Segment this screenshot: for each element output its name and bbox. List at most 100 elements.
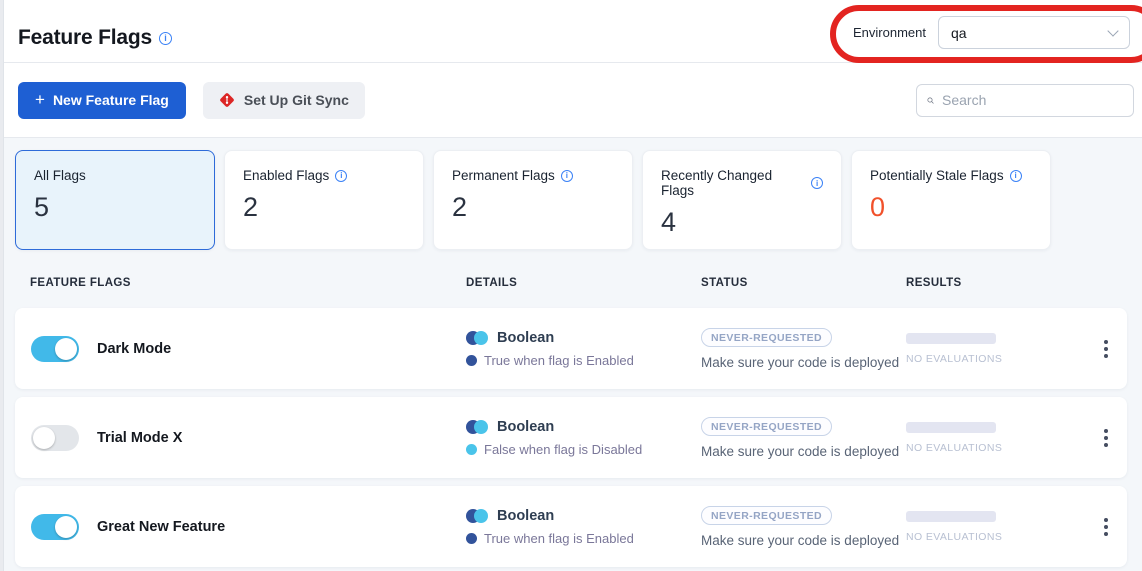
table-header: FEATURE FLAGS DETAILS STATUS RESULTS — [15, 250, 1127, 308]
stat-value: 2 — [243, 192, 405, 223]
info-icon[interactable] — [811, 177, 823, 189]
info-icon[interactable] — [335, 170, 347, 182]
page-title: Feature Flags — [18, 26, 152, 50]
table-row: Dark Mode Boolean True when flag is Enab… — [15, 308, 1127, 389]
info-icon[interactable] — [1010, 170, 1022, 182]
sidebar-edge — [0, 0, 4, 571]
flag-rule-text: True when flag is Enabled — [484, 531, 634, 546]
evaluations-label: NO EVALUATIONS — [906, 442, 1084, 454]
flag-name[interactable]: Great New Feature — [97, 519, 225, 535]
flag-status-cell: NEVER-REQUESTED Make sure your code is d… — [701, 328, 906, 370]
flag-rule-text: True when flag is Enabled — [484, 353, 634, 368]
stat-label: Permanent Flags — [452, 168, 614, 183]
flag-name-cell: Dark Mode — [15, 336, 466, 362]
toggle-knob — [55, 338, 77, 360]
toggle-knob — [55, 516, 77, 538]
chevron-down-icon — [1107, 25, 1118, 36]
git-icon — [219, 92, 235, 108]
column-header-status: STATUS — [701, 277, 906, 289]
search-input[interactable] — [942, 92, 1123, 108]
boolean-type-icon — [466, 509, 488, 523]
stat-label: Potentially Stale Flags — [870, 168, 1032, 183]
flag-results-cell: NO EVALUATIONS — [906, 333, 1084, 365]
evaluations-bar — [906, 333, 996, 344]
flag-name-cell: Great New Feature — [15, 514, 466, 540]
flag-type-label: Boolean — [497, 508, 554, 524]
evaluations-label: NO EVALUATIONS — [906, 353, 1084, 365]
kebab-menu-icon[interactable] — [1098, 334, 1114, 364]
new-feature-flag-button[interactable]: + New Feature Flag — [18, 82, 186, 119]
search-box — [916, 84, 1134, 117]
environment-label: Environment — [853, 25, 926, 40]
flag-type-label: Boolean — [497, 330, 554, 346]
info-icon[interactable] — [159, 32, 172, 45]
stat-label: Enabled Flags — [243, 168, 405, 183]
git-sync-label: Set Up Git Sync — [244, 92, 349, 108]
kebab-menu-icon[interactable] — [1098, 512, 1114, 542]
flag-results-cell: NO EVALUATIONS — [906, 422, 1084, 454]
main-content: All Flags 5 Enabled Flags 2 Permanent Fl… — [0, 138, 1142, 567]
flag-name[interactable]: Trial Mode X — [97, 430, 182, 446]
stats-row: All Flags 5 Enabled Flags 2 Permanent Fl… — [15, 150, 1127, 250]
flag-details-cell: Boolean False when flag is Disabled — [466, 419, 701, 457]
table-row: Trial Mode X Boolean False when flag is … — [15, 397, 1127, 478]
info-icon[interactable] — [561, 170, 573, 182]
stat-value: 5 — [34, 192, 196, 223]
row-actions-cell — [1084, 334, 1127, 364]
flag-details-cell: Boolean True when flag is Enabled — [466, 330, 701, 368]
table-row: Great New Feature Boolean True when flag… — [15, 486, 1127, 567]
stat-label: All Flags — [34, 168, 196, 183]
status-badge: NEVER-REQUESTED — [701, 328, 832, 347]
flag-details-cell: Boolean True when flag is Enabled — [466, 508, 701, 546]
new-feature-flag-label: New Feature Flag — [53, 92, 169, 108]
row-actions-cell — [1084, 423, 1127, 453]
flag-toggle[interactable] — [31, 336, 79, 362]
status-badge: NEVER-REQUESTED — [701, 417, 832, 436]
stat-card-enabled-flags[interactable]: Enabled Flags 2 — [224, 150, 424, 250]
stat-card-permanent-flags[interactable]: Permanent Flags 2 — [433, 150, 633, 250]
page-title-wrap: Feature Flags — [18, 26, 172, 50]
flag-name-cell: Trial Mode X — [15, 425, 466, 451]
stat-card-all-flags[interactable]: All Flags 5 — [15, 150, 215, 250]
flag-results-cell: NO EVALUATIONS — [906, 511, 1084, 543]
evaluations-label: NO EVALUATIONS — [906, 531, 1084, 543]
kebab-menu-icon[interactable] — [1098, 423, 1114, 453]
flag-toggle[interactable] — [31, 514, 79, 540]
environment-value: qa — [951, 25, 967, 41]
flag-type-label: Boolean — [497, 419, 554, 435]
row-actions-cell — [1084, 512, 1127, 542]
stat-card-recently-changed-flags[interactable]: Recently Changed Flags 4 — [642, 150, 842, 250]
plus-icon: + — [35, 91, 45, 108]
status-text: Make sure your code is deployed — [701, 444, 906, 459]
column-header-results: RESULTS — [906, 277, 1084, 289]
evaluations-bar — [906, 511, 996, 522]
environment-selector: Environment qa — [853, 16, 1130, 49]
status-badge: NEVER-REQUESTED — [701, 506, 832, 525]
flag-status-cell: NEVER-REQUESTED Make sure your code is d… — [701, 417, 906, 459]
stat-value: 4 — [661, 207, 823, 238]
stat-value: 0 — [870, 192, 1032, 223]
stat-card-potentially-stale-flags[interactable]: Potentially Stale Flags 0 — [851, 150, 1051, 250]
toggle-knob — [33, 427, 55, 449]
page-header: Feature Flags Environment qa — [0, 0, 1142, 63]
flag-toggle[interactable] — [31, 425, 79, 451]
evaluations-bar — [906, 422, 996, 433]
toolbar: + New Feature Flag Set Up Git Sync — [0, 63, 1142, 138]
boolean-type-icon — [466, 331, 488, 345]
value-dot-icon — [466, 533, 477, 544]
status-text: Make sure your code is deployed — [701, 533, 906, 548]
stat-value: 2 — [452, 192, 614, 223]
stat-label: Recently Changed Flags — [661, 168, 823, 198]
git-sync-button[interactable]: Set Up Git Sync — [203, 82, 365, 119]
environment-dropdown[interactable]: qa — [938, 16, 1130, 49]
column-header-details: DETAILS — [466, 277, 701, 289]
search-icon — [927, 93, 934, 108]
value-dot-icon — [466, 444, 477, 455]
flag-name[interactable]: Dark Mode — [97, 341, 171, 357]
flag-status-cell: NEVER-REQUESTED Make sure your code is d… — [701, 506, 906, 548]
column-header-feature-flags: FEATURE FLAGS — [15, 277, 466, 289]
value-dot-icon — [466, 355, 477, 366]
boolean-type-icon — [466, 420, 488, 434]
flag-rule-text: False when flag is Disabled — [484, 442, 642, 457]
status-text: Make sure your code is deployed — [701, 355, 906, 370]
